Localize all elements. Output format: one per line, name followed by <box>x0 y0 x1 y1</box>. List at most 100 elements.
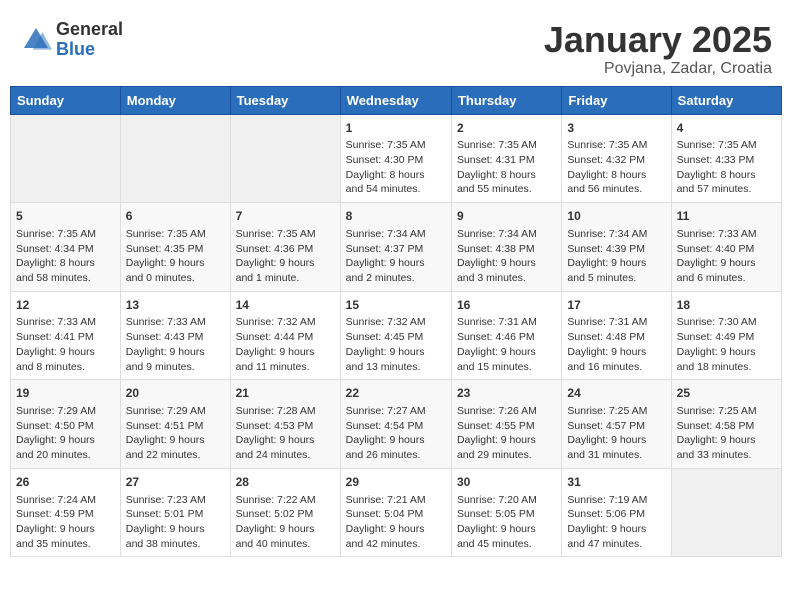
calendar-cell: 25Sunrise: 7:25 AMSunset: 4:58 PMDayligh… <box>671 380 781 469</box>
day-number: 15 <box>346 297 446 314</box>
cell-content: Sunset: 4:32 PM <box>567 153 665 168</box>
calendar-cell: 26Sunrise: 7:24 AMSunset: 4:59 PMDayligh… <box>11 468 121 557</box>
cell-content: Sunrise: 7:23 AM <box>126 493 225 508</box>
cell-content: Sunset: 4:54 PM <box>346 419 446 434</box>
day-number: 10 <box>567 208 665 225</box>
calendar-week-row: 26Sunrise: 7:24 AMSunset: 4:59 PMDayligh… <box>11 468 782 557</box>
cell-content: Sunrise: 7:34 AM <box>567 227 665 242</box>
calendar-cell: 10Sunrise: 7:34 AMSunset: 4:39 PMDayligh… <box>562 203 671 292</box>
cell-content: Sunset: 4:31 PM <box>457 153 556 168</box>
weekday-header-friday: Friday <box>562 86 671 114</box>
weekday-header-sunday: Sunday <box>11 86 121 114</box>
cell-content: Sunset: 4:51 PM <box>126 419 225 434</box>
cell-content: and 16 minutes. <box>567 360 665 375</box>
cell-content: and 22 minutes. <box>126 448 225 463</box>
day-number: 9 <box>457 208 556 225</box>
cell-content: and 6 minutes. <box>677 271 776 286</box>
cell-content: Daylight: 9 hours <box>567 256 665 271</box>
cell-content: Sunrise: 7:29 AM <box>126 404 225 419</box>
cell-content: Daylight: 9 hours <box>346 256 446 271</box>
calendar-cell: 24Sunrise: 7:25 AMSunset: 4:57 PMDayligh… <box>562 380 671 469</box>
cell-content: Sunrise: 7:32 AM <box>346 315 446 330</box>
cell-content: Daylight: 9 hours <box>346 433 446 448</box>
day-number: 11 <box>677 208 776 225</box>
calendar-cell: 1Sunrise: 7:35 AMSunset: 4:30 PMDaylight… <box>340 114 451 203</box>
calendar-week-row: 19Sunrise: 7:29 AMSunset: 4:50 PMDayligh… <box>11 380 782 469</box>
day-number: 27 <box>126 474 225 491</box>
cell-content: and 26 minutes. <box>346 448 446 463</box>
cell-content: and 45 minutes. <box>457 537 556 552</box>
cell-content: Sunrise: 7:19 AM <box>567 493 665 508</box>
cell-content: Sunset: 4:55 PM <box>457 419 556 434</box>
cell-content: Sunrise: 7:25 AM <box>567 404 665 419</box>
cell-content: Daylight: 9 hours <box>16 522 115 537</box>
day-number: 8 <box>346 208 446 225</box>
logo: General Blue <box>20 20 123 60</box>
cell-content: Sunrise: 7:33 AM <box>126 315 225 330</box>
day-number: 14 <box>236 297 335 314</box>
cell-content: Sunrise: 7:26 AM <box>457 404 556 419</box>
cell-content: Daylight: 9 hours <box>457 345 556 360</box>
cell-content: Daylight: 9 hours <box>236 522 335 537</box>
calendar-cell: 23Sunrise: 7:26 AMSunset: 4:55 PMDayligh… <box>451 380 561 469</box>
day-number: 31 <box>567 474 665 491</box>
cell-content: and 57 minutes. <box>677 182 776 197</box>
cell-content: Sunrise: 7:35 AM <box>346 138 446 153</box>
cell-content: and 40 minutes. <box>236 537 335 552</box>
day-number: 2 <box>457 120 556 137</box>
day-number: 20 <box>126 385 225 402</box>
cell-content: Sunrise: 7:34 AM <box>346 227 446 242</box>
cell-content: Daylight: 9 hours <box>457 433 556 448</box>
cell-content: and 3 minutes. <box>457 271 556 286</box>
cell-content: Sunset: 4:36 PM <box>236 242 335 257</box>
cell-content: Sunrise: 7:35 AM <box>567 138 665 153</box>
calendar-cell: 7Sunrise: 7:35 AMSunset: 4:36 PMDaylight… <box>230 203 340 292</box>
cell-content: and 15 minutes. <box>457 360 556 375</box>
cell-content: Sunrise: 7:34 AM <box>457 227 556 242</box>
cell-content: and 1 minute. <box>236 271 335 286</box>
day-number: 1 <box>346 120 446 137</box>
weekday-header-monday: Monday <box>120 86 230 114</box>
cell-content: Daylight: 9 hours <box>677 433 776 448</box>
cell-content: Sunset: 4:41 PM <box>16 330 115 345</box>
cell-content: and 29 minutes. <box>457 448 556 463</box>
cell-content: Daylight: 9 hours <box>346 522 446 537</box>
cell-content: and 54 minutes. <box>346 182 446 197</box>
calendar-cell: 2Sunrise: 7:35 AMSunset: 4:31 PMDaylight… <box>451 114 561 203</box>
cell-content: and 47 minutes. <box>567 537 665 552</box>
calendar-cell: 29Sunrise: 7:21 AMSunset: 5:04 PMDayligh… <box>340 468 451 557</box>
calendar-cell: 19Sunrise: 7:29 AMSunset: 4:50 PMDayligh… <box>11 380 121 469</box>
cell-content: and 56 minutes. <box>567 182 665 197</box>
cell-content: and 2 minutes. <box>346 271 446 286</box>
cell-content: Sunset: 5:05 PM <box>457 507 556 522</box>
cell-content: Sunset: 4:40 PM <box>677 242 776 257</box>
calendar-cell: 16Sunrise: 7:31 AMSunset: 4:46 PMDayligh… <box>451 291 561 380</box>
calendar-cell: 11Sunrise: 7:33 AMSunset: 4:40 PMDayligh… <box>671 203 781 292</box>
cell-content: Sunrise: 7:31 AM <box>457 315 556 330</box>
cell-content: Daylight: 9 hours <box>16 345 115 360</box>
day-number: 29 <box>346 474 446 491</box>
calendar-cell: 28Sunrise: 7:22 AMSunset: 5:02 PMDayligh… <box>230 468 340 557</box>
month-title: January 2025 <box>544 20 772 60</box>
cell-content: Daylight: 9 hours <box>457 256 556 271</box>
cell-content: Daylight: 8 hours <box>567 168 665 183</box>
cell-content: Daylight: 9 hours <box>236 433 335 448</box>
cell-content: Daylight: 9 hours <box>16 433 115 448</box>
cell-content: and 13 minutes. <box>346 360 446 375</box>
cell-content: and 24 minutes. <box>236 448 335 463</box>
calendar-week-row: 12Sunrise: 7:33 AMSunset: 4:41 PMDayligh… <box>11 291 782 380</box>
day-number: 6 <box>126 208 225 225</box>
calendar-week-row: 1Sunrise: 7:35 AMSunset: 4:30 PMDaylight… <box>11 114 782 203</box>
day-number: 13 <box>126 297 225 314</box>
calendar-cell: 21Sunrise: 7:28 AMSunset: 4:53 PMDayligh… <box>230 380 340 469</box>
cell-content: and 11 minutes. <box>236 360 335 375</box>
cell-content: Daylight: 9 hours <box>457 522 556 537</box>
cell-content: Daylight: 8 hours <box>677 168 776 183</box>
cell-content: Sunrise: 7:32 AM <box>236 315 335 330</box>
cell-content: Daylight: 9 hours <box>236 345 335 360</box>
cell-content: Sunset: 5:06 PM <box>567 507 665 522</box>
cell-content: Sunset: 4:59 PM <box>16 507 115 522</box>
cell-content: Sunrise: 7:35 AM <box>236 227 335 242</box>
cell-content: Daylight: 9 hours <box>677 256 776 271</box>
calendar-cell: 4Sunrise: 7:35 AMSunset: 4:33 PMDaylight… <box>671 114 781 203</box>
